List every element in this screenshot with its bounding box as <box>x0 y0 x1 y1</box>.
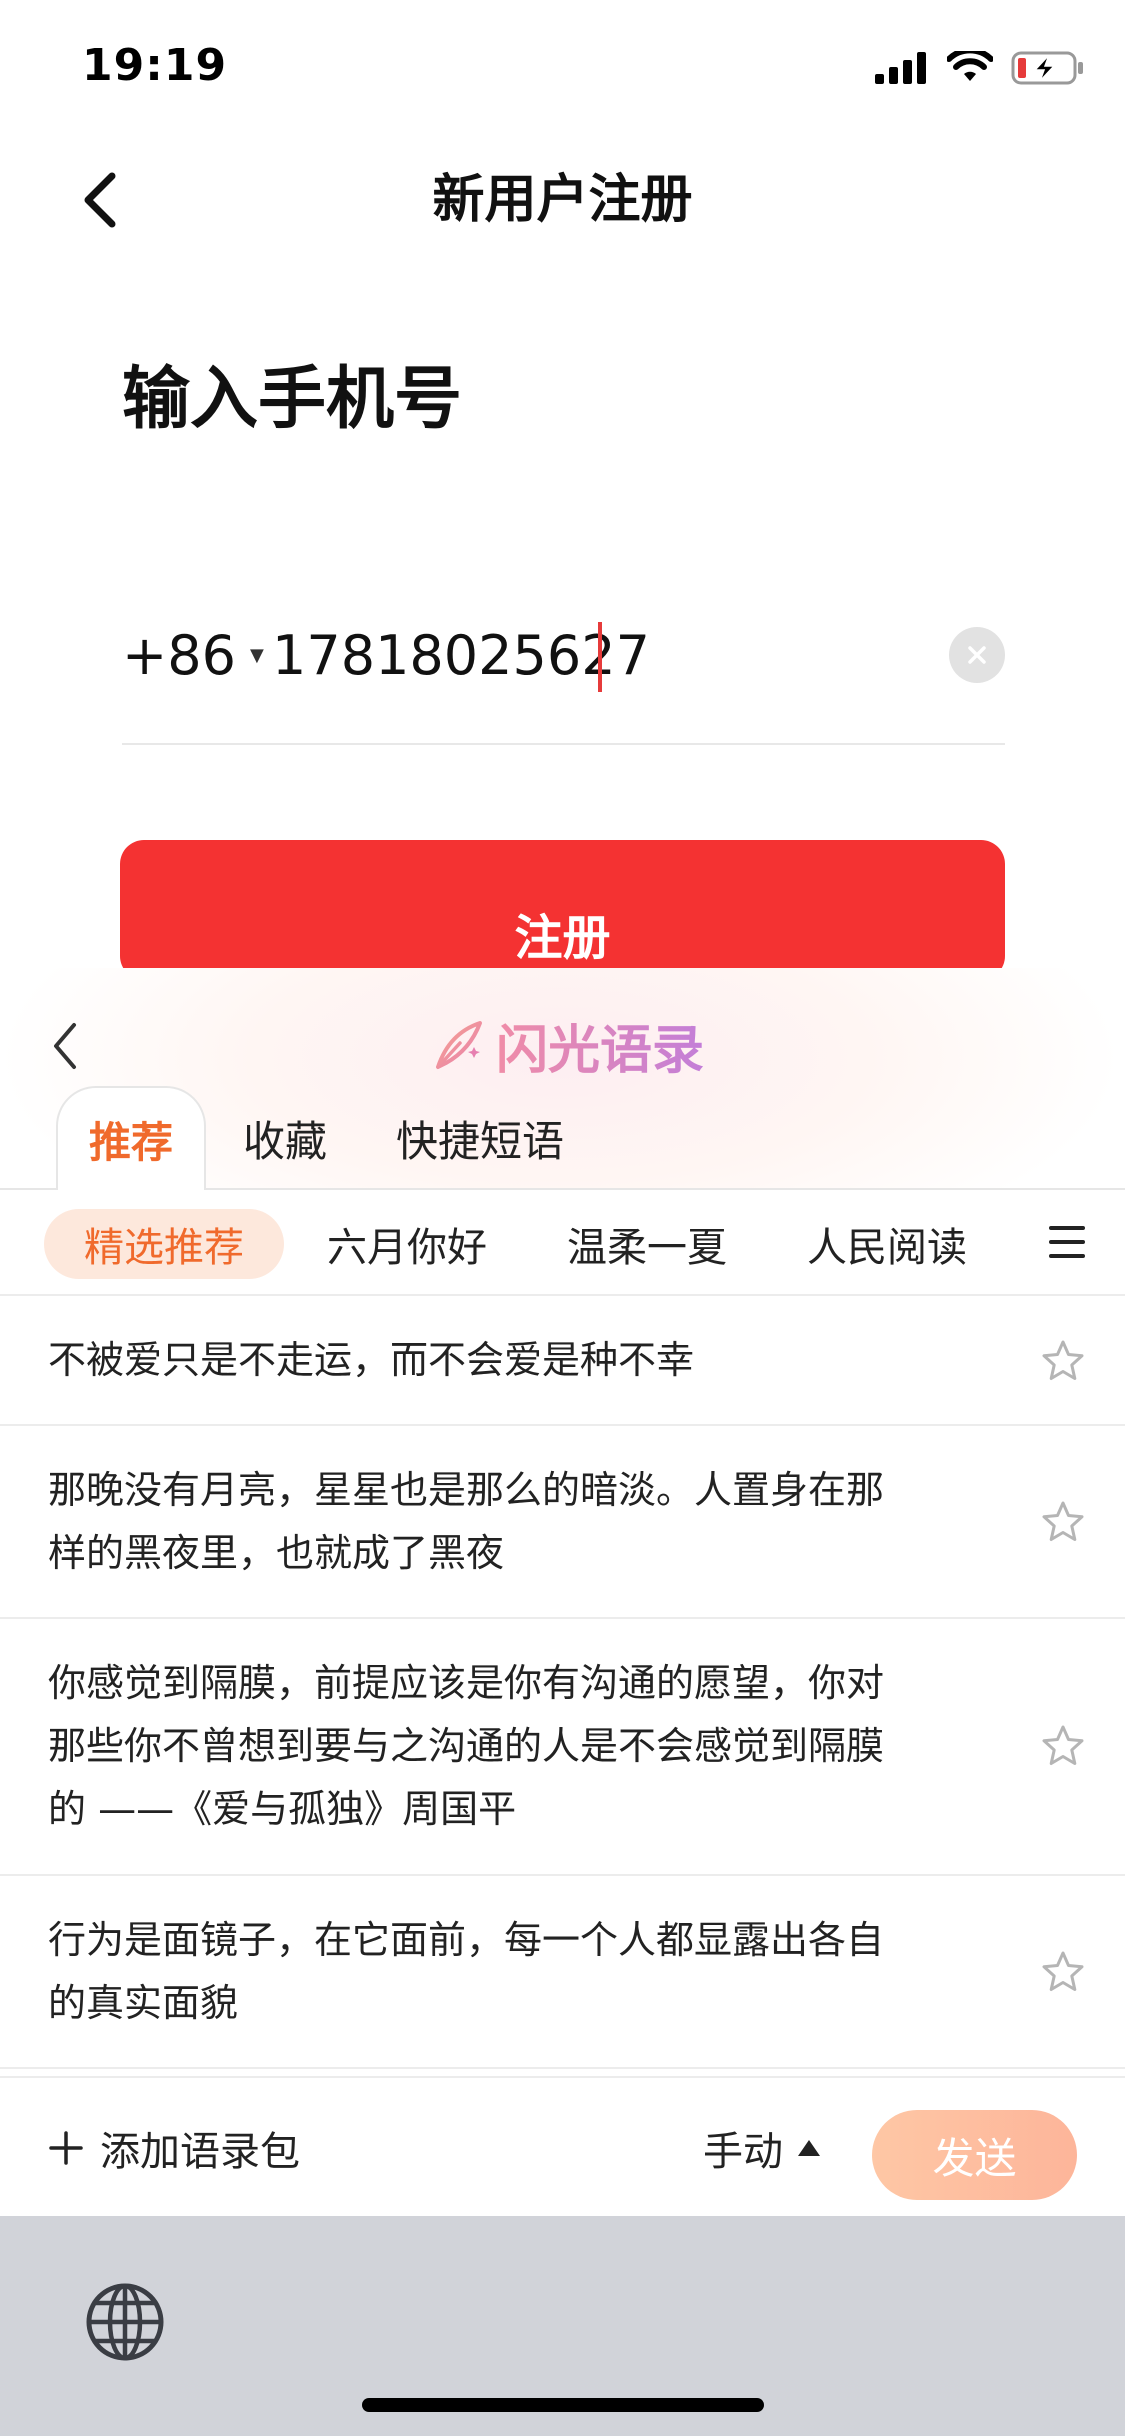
quote-tabs: 推荐 收藏 快捷短语 <box>0 1086 1125 1190</box>
quote-line: 不被爱只是不走运，而不会爱是种不幸 <box>48 1338 695 1382</box>
quote-line: 你感觉到隔膜，前提应该是你有沟通的愿望，你对 <box>48 1661 885 1705</box>
quote-line: 的真实面貌 <box>48 1981 239 2025</box>
category-bar: 精选推荐 六月你好 温柔一夏 人民阅读 <box>0 1190 1125 1296</box>
caret-down-icon: ▼ <box>249 644 264 666</box>
list-item[interactable]: 那晚没有月亮，星星也是那么的暗淡。人置身在那 样的黑夜里，也就成了黑夜 <box>0 1426 1125 1619</box>
quote-line: 那些你不曾想到要与之沟通的人是不会感觉到隔膜 <box>48 1724 885 1768</box>
quote-line: 的 ——《爱与孤独》周国平 <box>48 1787 517 1831</box>
register-button[interactable]: 注册 <box>120 840 1005 980</box>
status-bar: 19:19 <box>0 0 1125 135</box>
chevron-left-icon <box>54 1023 76 1069</box>
star-icon[interactable] <box>1039 1498 1087 1546</box>
star-icon[interactable] <box>1039 1948 1087 1996</box>
country-code-selector[interactable]: +86 ▼ <box>122 610 264 700</box>
register-screen: 19:19 新用户注册 输入手机号 +86 ▼ 17818025627 注册 闪… <box>0 0 1125 2436</box>
globe-icon[interactable] <box>84 2281 166 2363</box>
tab-recommend[interactable]: 推荐 <box>56 1086 206 1190</box>
quote-text: 那晚没有月亮，星星也是那么的暗淡。人置身在那 样的黑夜里，也就成了黑夜 <box>48 1459 978 1585</box>
clear-button[interactable] <box>949 627 1005 683</box>
panel-back-button[interactable] <box>40 1008 90 1084</box>
brand-logo: 闪光语录 <box>430 1000 704 1090</box>
hamburger-menu-icon[interactable] <box>1037 1212 1097 1272</box>
tab-shortcuts[interactable]: 快捷短语 <box>380 1086 580 1190</box>
quote-text: 不被爱只是不走运，而不会爱是种不幸 <box>48 1329 978 1392</box>
category-summer[interactable]: 温柔一夏 <box>552 1209 742 1279</box>
phone-heading: 输入手机号 <box>122 360 463 439</box>
quote-line: 行为是面镜子，在它面前，每一个人都显露出各自 <box>48 1918 885 1962</box>
brand-name: 闪光语录 <box>496 1008 704 1083</box>
add-quote-pack-button[interactable]: 添加语录包 <box>48 2116 300 2180</box>
status-icons <box>875 48 1085 88</box>
tab-favorites[interactable]: 收藏 <box>230 1086 340 1190</box>
text-cursor <box>598 622 602 692</box>
country-code-label: +86 <box>122 623 236 687</box>
status-time: 19:19 <box>82 40 228 91</box>
list-item[interactable]: 你感觉到隔膜，前提应该是你有沟通的愿望，你对 那些你不曾想到要与之沟通的人是不会… <box>0 1619 1125 1876</box>
star-icon[interactable] <box>1039 1722 1087 1770</box>
send-mode-toggle[interactable]: 手动 <box>703 2116 821 2180</box>
category-june[interactable]: 六月你好 <box>312 1209 502 1279</box>
feather-quill-icon <box>436 1021 484 1069</box>
send-mode-label: 手动 <box>703 2129 783 2175</box>
wifi-icon <box>947 51 993 81</box>
battery-charging-icon <box>1011 51 1083 85</box>
nav-bar: 新用户注册 <box>0 135 1125 265</box>
phone-input-row: +86 ▼ <box>122 610 1005 745</box>
caret-up-icon <box>798 2140 820 2156</box>
home-indicator <box>362 2398 764 2412</box>
category-people-reading[interactable]: 人民阅读 <box>792 1209 982 1279</box>
quote-text: 你感觉到隔膜，前提应该是你有沟通的愿望，你对 那些你不曾想到要与之沟通的人是不会… <box>48 1652 978 1841</box>
add-quote-pack-label: 添加语录包 <box>100 2129 300 2175</box>
star-icon[interactable] <box>1039 1337 1087 1385</box>
signal-icon <box>875 52 926 84</box>
category-featured[interactable]: 精选推荐 <box>44 1209 284 1279</box>
page-title: 新用户注册 <box>432 170 693 230</box>
phone-input[interactable] <box>272 610 872 700</box>
clear-icon <box>968 646 986 664</box>
quote-action-bar: 添加语录包 手动 发送 <box>0 2076 1125 2216</box>
send-button[interactable]: 发送 <box>872 2110 1077 2200</box>
list-item[interactable]: 行为是面镜子，在它面前，每一个人都显露出各自 的真实面貌 <box>0 1876 1125 2069</box>
quote-line: 那晚没有月亮，星星也是那么的暗淡。人置身在那 <box>48 1468 885 1512</box>
list-item[interactable]: 不被爱只是不走运，而不会爱是种不幸 <box>0 1296 1125 1426</box>
quote-keyboard-panel: 闪光语录 推荐 收藏 快捷短语 精选推荐 六月你好 温柔一夏 人民阅读 不被爱只… <box>0 968 1125 2436</box>
quote-line: 样的黑夜里，也就成了黑夜 <box>48 1531 505 1575</box>
quote-list: 不被爱只是不走运，而不会爱是种不幸 那晚没有月亮，星星也是那么的暗淡。人置身在那… <box>0 1296 1125 2069</box>
quote-text: 行为是面镜子，在它面前，每一个人都显露出各自 的真实面貌 <box>48 1909 978 2035</box>
plus-icon <box>49 2131 83 2165</box>
